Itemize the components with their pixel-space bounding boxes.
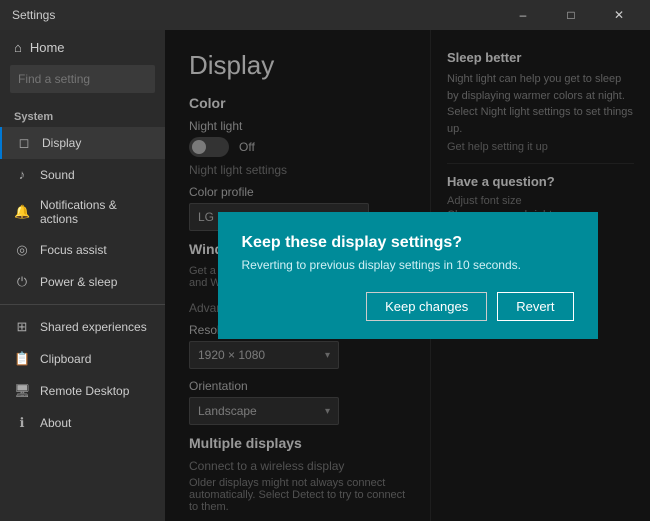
sidebar-label-display: Display (42, 136, 81, 150)
sidebar-item-shared[interactable]: ⊞ Shared experiences (0, 311, 165, 343)
sidebar-label-about: About (40, 416, 71, 430)
home-icon: ⌂ (14, 40, 22, 55)
sidebar-item-remote[interactable]: 🖥 Remote Desktop (0, 375, 165, 407)
sidebar-item-display[interactable]: ◻ Display (0, 127, 165, 159)
modal-overlay: Keep these display settings? Reverting t… (165, 30, 650, 521)
focus-icon: ◎ (14, 242, 30, 258)
sidebar-label-focus: Focus assist (40, 243, 107, 257)
sidebar-label-power: Power & sleep (40, 275, 117, 289)
sidebar-label-sound: Sound (40, 168, 75, 182)
clipboard-icon: 📋 (14, 351, 30, 367)
sidebar-item-about[interactable]: ℹ About (0, 407, 165, 439)
modal-subtitle: Reverting to previous display settings i… (242, 258, 574, 272)
revert-button[interactable]: Revert (497, 292, 573, 321)
sidebar: ⌂ Home System ◻ Display ♪ Sound 🔔 Notifi… (0, 30, 165, 521)
sidebar-item-notifications[interactable]: 🔔 Notifications & actions (0, 190, 165, 234)
modal-dialog: Keep these display settings? Reverting t… (218, 212, 598, 339)
sidebar-label-clipboard: Clipboard (40, 352, 91, 366)
sidebar-label-shared: Shared experiences (40, 320, 147, 334)
close-button[interactable]: ✕ (596, 0, 642, 30)
sidebar-label-remote: Remote Desktop (40, 384, 129, 398)
sidebar-divider (0, 304, 165, 305)
maximize-button[interactable]: □ (548, 0, 594, 30)
app-body: ⌂ Home System ◻ Display ♪ Sound 🔔 Notifi… (0, 30, 650, 521)
sound-icon: ♪ (14, 167, 30, 182)
modal-buttons: Keep changes Revert (242, 292, 574, 321)
system-section-label: System (0, 103, 165, 127)
minimize-button[interactable]: – (500, 0, 546, 30)
sidebar-item-sound[interactable]: ♪ Sound (0, 159, 165, 190)
keep-changes-button[interactable]: Keep changes (366, 292, 487, 321)
about-icon: ℹ (14, 415, 30, 431)
shared-icon: ⊞ (14, 319, 30, 335)
remote-icon: 🖥 (14, 383, 30, 399)
display-icon: ◻ (16, 135, 32, 151)
sidebar-label-notifications: Notifications & actions (40, 198, 151, 226)
sidebar-item-clipboard[interactable]: 📋 Clipboard (0, 343, 165, 375)
notifications-icon: 🔔 (14, 204, 30, 220)
power-icon: ⏻ (14, 274, 30, 290)
title-bar-controls: – □ ✕ (500, 0, 642, 30)
modal-title: Keep these display settings? (242, 234, 574, 252)
sidebar-item-home[interactable]: ⌂ Home (0, 30, 165, 65)
title-bar: Settings – □ ✕ (0, 0, 650, 30)
sidebar-item-focus[interactable]: ◎ Focus assist (0, 234, 165, 266)
sidebar-home-label: Home (30, 40, 65, 55)
sidebar-item-power[interactable]: ⏻ Power & sleep (0, 266, 165, 298)
title-bar-title: Settings (12, 8, 55, 22)
search-input[interactable] (10, 65, 155, 93)
